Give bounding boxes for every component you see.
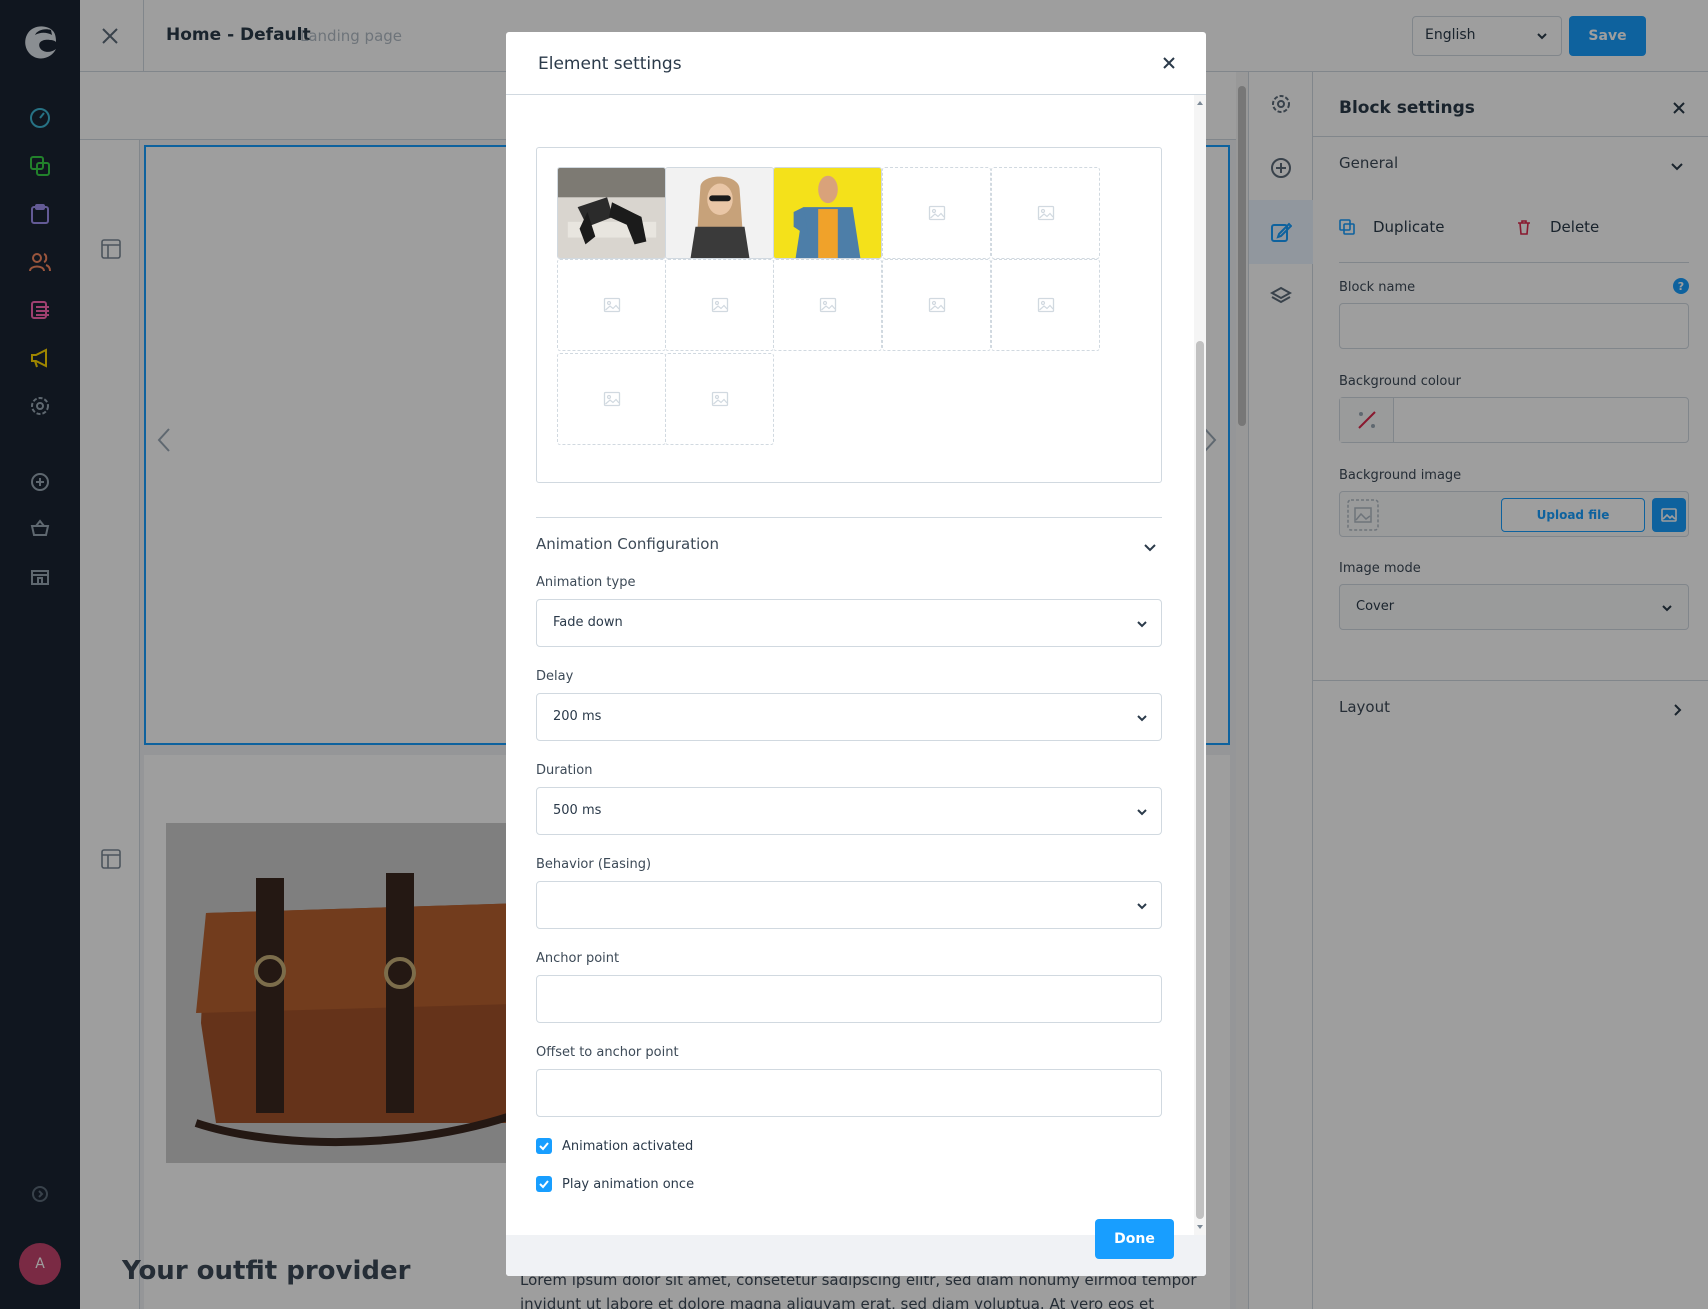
- chevron-down-icon[interactable]: [1142, 539, 1158, 555]
- duration-select[interactable]: 500 ms: [536, 787, 1162, 835]
- empty-image-slot[interactable]: [991, 167, 1100, 259]
- animation-activated-checkbox[interactable]: Animation activated: [536, 1138, 693, 1154]
- offset-anchor-input[interactable]: [536, 1069, 1162, 1117]
- duration-value: 500 ms: [553, 803, 602, 818]
- empty-image-slot[interactable]: [991, 259, 1100, 351]
- image-placeholder-icon: [928, 205, 945, 221]
- animation-type-value: Fade down: [553, 615, 623, 630]
- image-placeholder-icon: [711, 391, 728, 407]
- chevron-down-icon: [1137, 715, 1147, 722]
- delay-label: Delay: [536, 669, 574, 684]
- modal-title: Element settings: [538, 54, 682, 74]
- image-gallery: [536, 147, 1162, 483]
- anchor-point-label: Anchor point: [536, 951, 620, 966]
- play-once-label: Play animation once: [562, 1176, 695, 1192]
- image-placeholder-icon: [819, 297, 836, 313]
- modal-header: Element settings: [506, 32, 1206, 95]
- animation-activated-label: Animation activated: [562, 1138, 694, 1154]
- empty-image-slot[interactable]: [665, 259, 774, 351]
- image-placeholder-icon: [928, 297, 945, 313]
- empty-image-slot[interactable]: [557, 259, 666, 351]
- duration-label: Duration: [536, 763, 593, 778]
- modal-scrollbar[interactable]: [1194, 95, 1206, 1235]
- empty-image-slot[interactable]: [882, 167, 991, 259]
- image-placeholder-icon: [1037, 205, 1054, 221]
- delay-select[interactable]: 200 ms: [536, 693, 1162, 741]
- offset-anchor-label: Offset to anchor point: [536, 1045, 679, 1060]
- animation-type-label: Animation type: [536, 575, 636, 590]
- chevron-down-icon: [1137, 621, 1147, 628]
- checkbox-checked-icon[interactable]: [536, 1176, 552, 1192]
- delay-value: 200 ms: [553, 709, 602, 724]
- image-placeholder-icon: [711, 297, 728, 313]
- image-placeholder-icon: [603, 391, 620, 407]
- image-placeholder-icon: [1037, 297, 1054, 313]
- chevron-down-icon: [1137, 809, 1147, 816]
- empty-image-slot[interactable]: [773, 259, 882, 351]
- easing-select[interactable]: [536, 881, 1162, 929]
- animation-section-title[interactable]: Animation Configuration: [536, 535, 719, 553]
- divider: [536, 517, 1162, 518]
- yellow-jacket-image[interactable]: [773, 167, 882, 259]
- empty-image-slot[interactable]: [665, 353, 774, 445]
- done-button[interactable]: Done: [1095, 1219, 1174, 1259]
- checkbox-checked-icon[interactable]: [536, 1138, 552, 1154]
- easing-label: Behavior (Easing): [536, 857, 652, 872]
- empty-image-slot[interactable]: [882, 259, 991, 351]
- animation-type-select[interactable]: Fade down: [536, 599, 1162, 647]
- element-settings-modal: Element settings Animation Configuration…: [506, 32, 1206, 1276]
- modal-body: Animation Configuration Animation type F…: [506, 95, 1194, 1235]
- image-placeholder-icon: [603, 297, 620, 313]
- empty-image-slot[interactable]: [557, 353, 666, 445]
- anchor-point-input[interactable]: [536, 975, 1162, 1023]
- play-once-checkbox[interactable]: Play animation once: [536, 1176, 694, 1192]
- sunglasses-woman-image[interactable]: [665, 167, 774, 259]
- boots-image[interactable]: [557, 167, 666, 259]
- chevron-down-icon: [1137, 903, 1147, 910]
- close-icon[interactable]: [1162, 56, 1176, 70]
